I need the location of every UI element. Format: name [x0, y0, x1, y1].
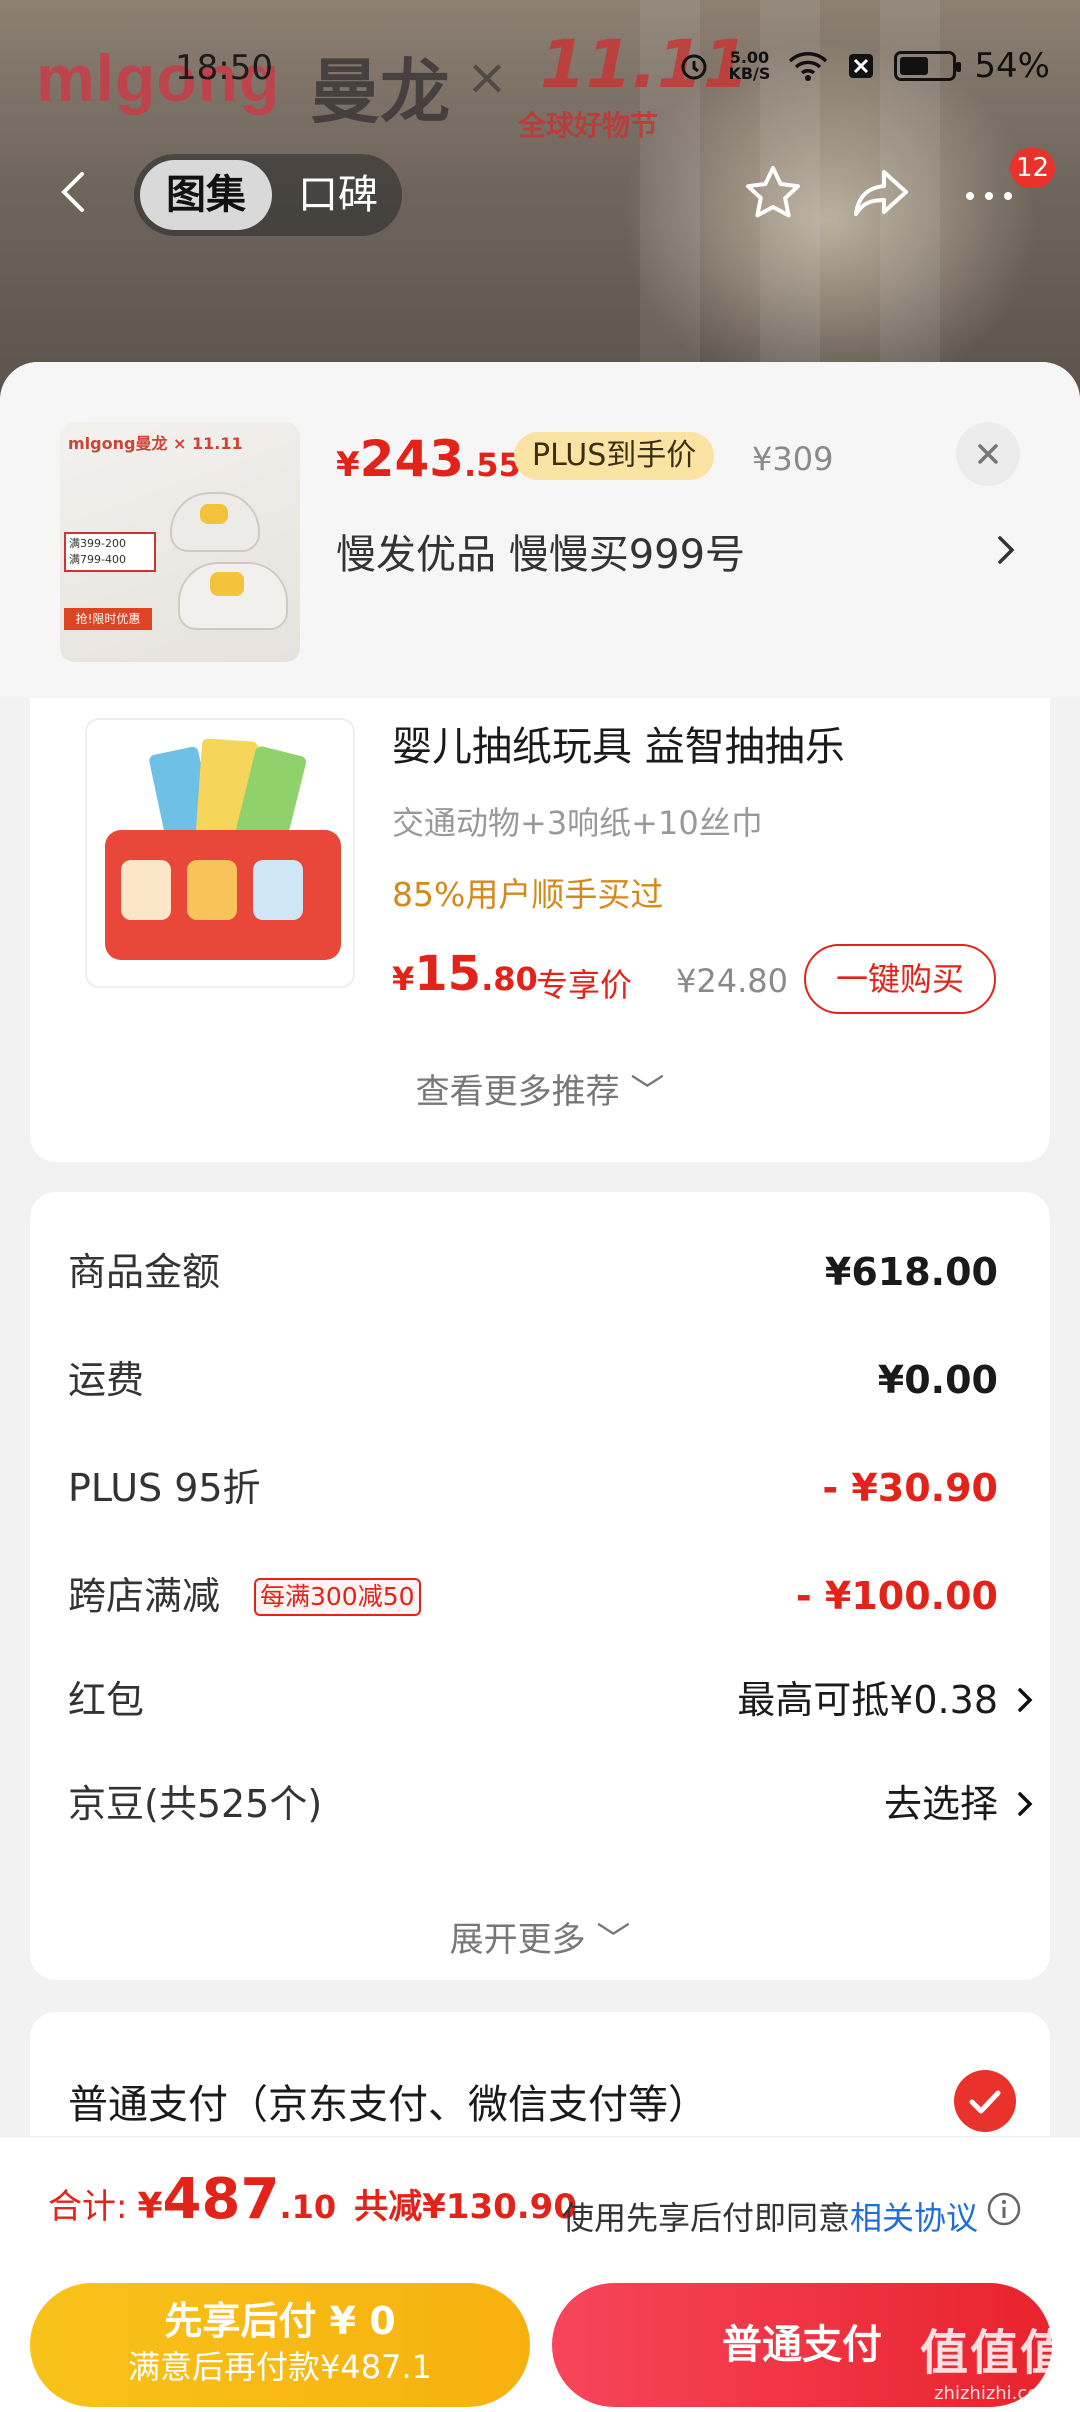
close-button[interactable]	[956, 422, 1020, 486]
checkout-bar: 合计: ¥487.10 共减¥130.90 使用先享后付即同意相关协议 先享后付 ¥…	[0, 2136, 1080, 2412]
store-name[interactable]: 慢发优品 慢慢买999号	[336, 522, 745, 580]
message-badge: 12	[1010, 148, 1056, 188]
close-icon	[978, 444, 998, 464]
chevron-right-icon[interactable]	[992, 530, 1020, 570]
star-icon[interactable]	[740, 160, 806, 226]
total-saved: 共减¥130.90	[354, 2187, 577, 2227]
share-icon[interactable]	[848, 160, 914, 226]
tab-reviews[interactable]: 口碑	[282, 160, 394, 230]
fee-value: ¥0.00	[877, 1358, 998, 1402]
pay-later-button[interactable]: 先享后付 ¥ 0 满意后再付款¥487.1	[30, 2283, 530, 2407]
agreement-link[interactable]: 相关协议	[850, 2199, 978, 2237]
product-summary: mlgong曼龙 × 11.11 满399-200 满799-400 抢!限时优惠…	[0, 362, 1080, 698]
fee-label: 红包	[68, 1678, 145, 1722]
recommend-original-price: ¥24.80	[676, 962, 788, 1000]
recommend-popularity: 85%用户顺手买过	[392, 875, 664, 914]
fee-row-jd-beans[interactable]: 京豆(共525个) 去选择	[68, 1774, 1033, 1834]
thumb-toy-seat	[200, 504, 228, 524]
original-price: ¥309	[752, 440, 834, 478]
one-click-buy-button[interactable]: 一键购买	[804, 944, 996, 1014]
fee-row-red-packet[interactable]: 红包 最高可抵¥0.38	[68, 1670, 1033, 1730]
brand-name: 曼龙	[310, 51, 450, 133]
check-icon[interactable]	[954, 2070, 1016, 2132]
recommend-product-image[interactable]	[85, 718, 355, 988]
product-thumbnail: mlgong曼龙 × 11.11 满399-200 满799-400 抢!限时优惠	[60, 422, 300, 662]
status-time: 18:50	[175, 48, 273, 88]
thumb-logo: mlgong曼龙 × 11.11	[68, 434, 243, 453]
exclusive-price-tag: 专享价	[536, 966, 633, 1004]
thumb-promo: 满399-200 满799-400	[64, 532, 156, 572]
fee-label: 运费	[68, 1358, 145, 1402]
net-speed: 5.00 KB/S	[728, 48, 771, 83]
fee-value: 去选择	[883, 1782, 998, 1826]
fee-label: PLUS 95折	[68, 1466, 261, 1510]
fee-row-shipping: 运费 ¥0.00	[68, 1350, 998, 1410]
more-recommendations-link[interactable]: 查看更多推荐 ﹀	[30, 1064, 1050, 1113]
recommend-subtitle: 交通动物+3响纸+10丝巾	[392, 804, 763, 842]
chevron-right-icon	[1018, 1792, 1033, 1816]
fee-value: 最高可抵¥0.38	[737, 1678, 998, 1722]
box-window	[121, 860, 171, 920]
battery-icon	[894, 51, 962, 81]
order-total: 合计: ¥487.10 共减¥130.90	[48, 2167, 577, 2232]
chevron-down-icon: ﹀	[630, 1072, 665, 1112]
fee-breakdown-card: 商品金额 ¥618.00 运费 ¥0.00 PLUS 95折 - ¥30.90 …	[30, 1192, 1050, 1980]
top-nav: 图集 口碑	[0, 148, 1080, 240]
info-icon[interactable]	[986, 2191, 1022, 2227]
brand-times: ×	[466, 48, 508, 106]
fee-row-plus-discount: PLUS 95折 - ¥30.90	[68, 1458, 998, 1518]
fee-row-goods: 商品金额 ¥618.00	[68, 1242, 998, 1302]
recommendation-card: 婴儿抽纸玩具 益智抽抽乐 交通动物+3响纸+10丝巾 85%用户顺手买过 ¥15…	[30, 698, 1050, 1162]
battery-percent: 54%	[974, 46, 1050, 86]
fee-value: ¥618.00	[824, 1250, 998, 1294]
chevron-right-icon	[1018, 1688, 1033, 1712]
view-switch: 图集 口碑	[134, 154, 402, 236]
recommend-title[interactable]: 婴儿抽纸玩具 益智抽抽乐	[392, 714, 845, 772]
box-window	[253, 860, 303, 920]
box-window	[187, 860, 237, 920]
payment-method-label: 普通支付（京东支付、微信支付等）	[68, 2082, 708, 2128]
recommend-price: ¥15.80	[392, 946, 538, 1002]
back-icon[interactable]	[52, 170, 96, 214]
watermark: 值值值 zhizhizhi.com	[919, 2325, 1070, 2404]
fee-label: 跨店满减	[68, 1574, 221, 1618]
plus-price-badge: PLUS到手价	[514, 432, 715, 480]
fee-value: - ¥100.00	[795, 1574, 998, 1618]
sim-off-icon	[849, 54, 874, 78]
event-subtitle: 全球好物节	[518, 109, 659, 142]
fee-row-cross-store: 跨店满减 每满300减50 - ¥100.00	[68, 1566, 998, 1626]
expand-more-link[interactable]: 展开更多 ﹀	[30, 1912, 1050, 1961]
thumb-promo-button: 抢!限时优惠	[64, 608, 152, 630]
status-icons: 5.00 KB/S 54%	[678, 46, 1050, 86]
tab-gallery[interactable]: 图集	[140, 160, 272, 230]
wifi-icon	[789, 52, 828, 81]
thumb-toy-seat	[210, 572, 244, 596]
fee-label: 京豆(共525个)	[68, 1782, 323, 1826]
fee-label: 商品金额	[68, 1250, 221, 1294]
checkout-sheet: mlgong曼龙 × 11.11 满399-200 满799-400 抢!限时优惠…	[0, 362, 1080, 2412]
agreement-text: 使用先享后付即同意相关协议	[562, 2199, 979, 2237]
alarm-icon	[681, 54, 707, 80]
fee-value: - ¥30.90	[822, 1466, 998, 1510]
chevron-down-icon: ﹀	[596, 1920, 631, 1960]
product-price: ¥243.55	[336, 430, 521, 488]
promo-badge: 每满300减50	[254, 1578, 421, 1616]
